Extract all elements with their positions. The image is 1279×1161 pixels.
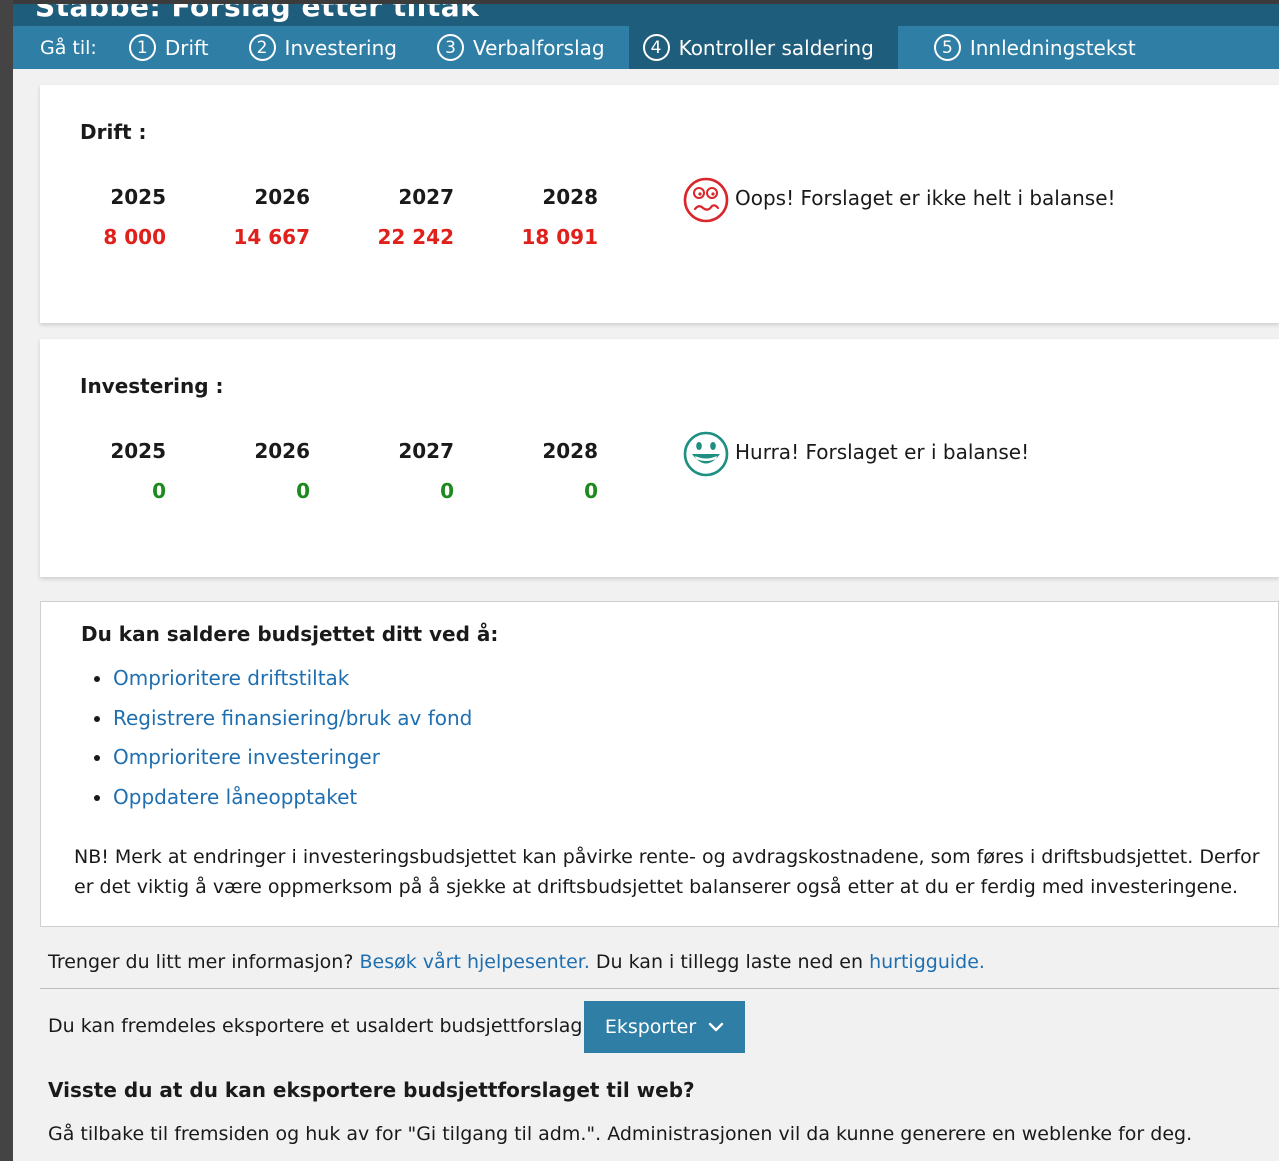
tab-label: Verbalforslag bbox=[472, 35, 605, 60]
nav-goto-label: Gå til: bbox=[40, 36, 97, 59]
nb-note: NB! Merk at endringer i investeringsbuds… bbox=[74, 846, 1260, 898]
drift-title: Drift : bbox=[80, 120, 147, 144]
tab-label: Innledningstekst bbox=[969, 35, 1136, 60]
investering-value: 0 bbox=[440, 479, 454, 503]
step-number: 1 bbox=[128, 34, 156, 61]
investering-year: 2027 bbox=[398, 439, 454, 463]
tip-link-omprioritere-driftstiltak[interactable]: Omprioritere driftstiltak bbox=[113, 665, 472, 705]
step-number: 3 bbox=[436, 34, 464, 61]
helpcenter-link[interactable]: Besøk vårt hjelpesenter. bbox=[359, 951, 589, 973]
tips-list: Omprioritere driftstiltak Registrere fin… bbox=[95, 665, 472, 823]
drift-year: 2025 bbox=[110, 185, 166, 209]
tip-link-registrere-finansiering[interactable]: Registrere finansiering/bruk av fond bbox=[113, 705, 472, 745]
tab-label: Investering bbox=[284, 35, 397, 60]
step-number: 2 bbox=[248, 34, 276, 61]
drift-year: 2026 bbox=[254, 185, 310, 209]
web-export-text: Gå tilbake til fremsiden og huk av for "… bbox=[48, 1123, 1193, 1145]
investering-year: 2028 bbox=[542, 439, 598, 463]
investering-year: 2025 bbox=[110, 439, 166, 463]
page-header: Stabbe: Forslag etter tiltak bbox=[13, 4, 1279, 26]
step-number: 5 bbox=[933, 34, 961, 61]
help-middle: Du kan i tillegg laste ned en bbox=[589, 951, 870, 973]
drift-value: 18 091 bbox=[521, 225, 598, 249]
step-number: 4 bbox=[642, 34, 670, 61]
chevron-down-icon bbox=[708, 1022, 724, 1032]
investering-value: 0 bbox=[296, 479, 310, 503]
tab-drift[interactable]: 1 Drift bbox=[115, 26, 223, 69]
tip-link-oppdatere-laneopptaket[interactable]: Oppdatere låneopptaket bbox=[113, 784, 472, 824]
export-text: Du kan fremdeles eksportere et usaldert … bbox=[48, 1015, 589, 1037]
step-nav: Gå til: 1 Drift 2 Investering 3 Verbalfo… bbox=[13, 26, 1279, 69]
investering-status-text: Hurra! Forslaget er i balanse! bbox=[735, 440, 1030, 464]
tip-link-omprioritere-investeringer[interactable]: Omprioritere investeringer bbox=[113, 744, 472, 784]
investering-value: 0 bbox=[584, 479, 598, 503]
help-line: Trenger du litt mer informasjon? Besøk v… bbox=[48, 951, 985, 973]
tab-investering[interactable]: 2 Investering bbox=[235, 26, 411, 69]
investering-card: Investering : 2025 2026 2027 2028 0 0 0 … bbox=[40, 339, 1279, 577]
drift-value: 14 667 bbox=[233, 225, 310, 249]
quickguide-link[interactable]: hurtigguide. bbox=[869, 951, 985, 973]
drift-card: Drift : 2025 2026 2027 2028 8 000 14 667… bbox=[40, 85, 1279, 323]
investering-year: 2026 bbox=[254, 439, 310, 463]
web-export-title: Visste du at du kan eksportere budsjettf… bbox=[48, 1078, 695, 1102]
drift-value: 22 242 bbox=[377, 225, 454, 249]
investering-value: 0 bbox=[152, 479, 166, 503]
tab-verbalforslag[interactable]: 3 Verbalforslag bbox=[423, 26, 619, 69]
tab-innledningstekst[interactable]: 5 Innledningstekst bbox=[920, 26, 1150, 69]
help-prefix: Trenger du litt mer informasjon? bbox=[48, 951, 360, 973]
divider bbox=[40, 988, 1279, 989]
happy-face-icon bbox=[683, 431, 729, 477]
tips-title: Du kan saldere budsjettet ditt ved å: bbox=[81, 622, 499, 646]
export-button[interactable]: Eksporter bbox=[584, 1001, 745, 1053]
export-button-label: Eksporter bbox=[604, 1016, 697, 1038]
tab-kontroller-saldering[interactable]: 4 Kontroller saldering bbox=[628, 26, 898, 69]
investering-title: Investering : bbox=[80, 374, 224, 398]
drift-value: 8 000 bbox=[103, 225, 166, 249]
left-edge-strip bbox=[0, 0, 13, 1161]
drift-status-text: Oops! Forslaget er ikke helt i balanse! bbox=[735, 186, 1116, 210]
tab-label: Kontroller saldering bbox=[678, 35, 874, 60]
page-title: Stabbe: Forslag etter tiltak bbox=[35, 4, 480, 23]
saldering-tips-box: Du kan saldere budsjettet ditt ved å: Om… bbox=[40, 601, 1279, 927]
drift-year: 2027 bbox=[398, 185, 454, 209]
tab-label: Drift bbox=[164, 35, 209, 60]
drift-year: 2028 bbox=[542, 185, 598, 209]
sad-face-icon bbox=[683, 177, 729, 223]
